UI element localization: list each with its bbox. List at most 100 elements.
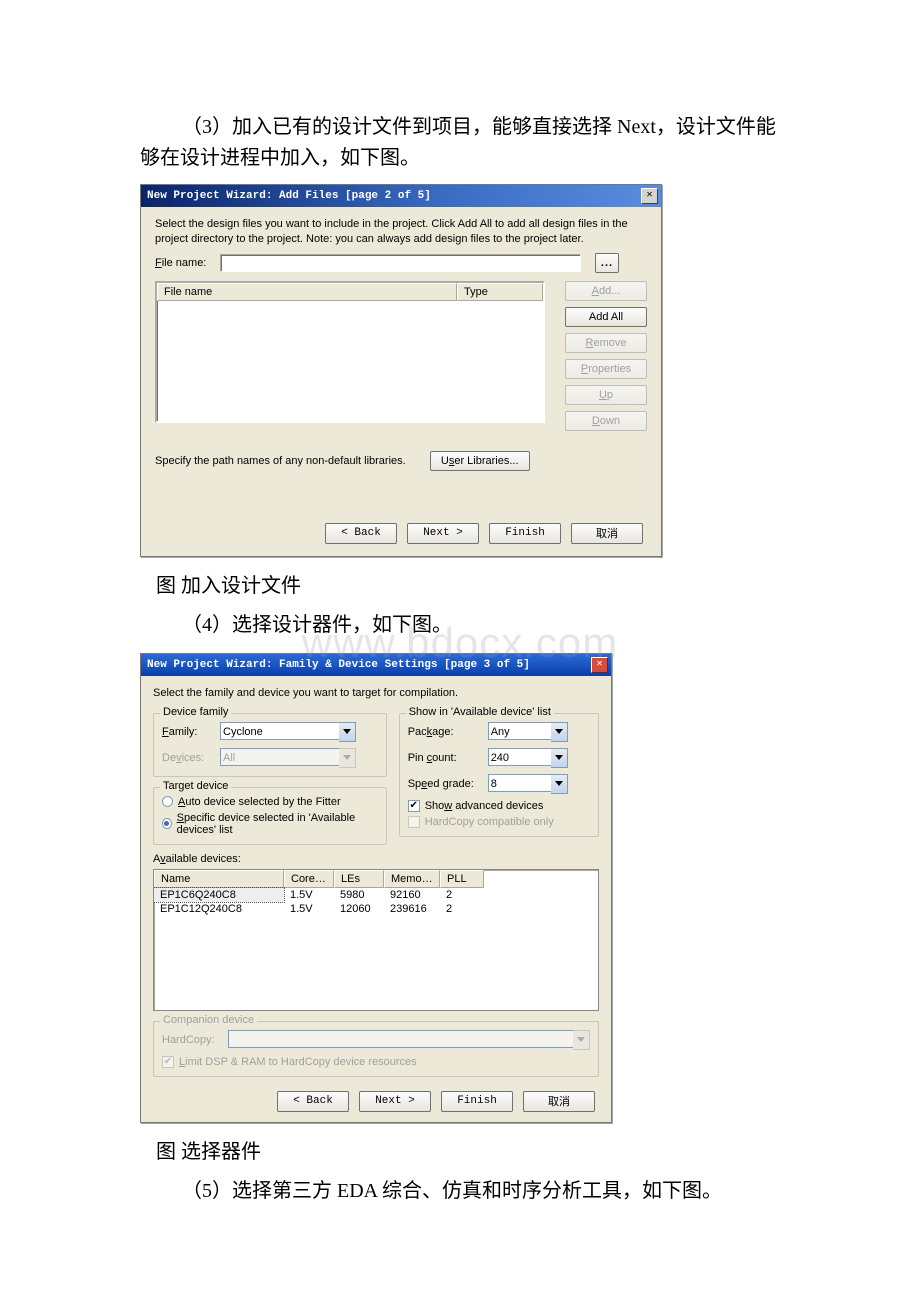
titlebar: New Project Wizard: Add Files [page 2 of… — [141, 185, 661, 207]
browse-button[interactable]: ... — [595, 253, 619, 273]
devices-value: All — [220, 748, 339, 766]
target-device-legend: Target device — [160, 780, 231, 792]
family-device-dialog: New Project Wizard: Family & Device Sett… — [140, 653, 612, 1123]
finish-button[interactable]: Finish — [441, 1091, 513, 1112]
devices-label: Devices: — [162, 752, 214, 764]
pin-value: 240 — [488, 748, 551, 766]
limit-dsp-checkbox: ✔ Limit DSP & RAM to HardCopy device res… — [162, 1056, 590, 1068]
col-filename[interactable]: File name — [157, 283, 457, 301]
device-family-legend: Device family — [160, 706, 231, 718]
hardcopy-label: HardCopy: — [162, 1034, 222, 1046]
table-row[interactable]: EP1C6Q240C8 1.5V 5980 92160 2 — [154, 888, 598, 902]
spec-label: Specify the path names of any non-defaul… — [155, 455, 406, 467]
dialog-title: New Project Wizard: Family & Device Sett… — [147, 659, 530, 671]
cell-name: EP1C6Q240C8 — [154, 888, 284, 902]
auto-device-label: Auto device selected by the Fitter — [178, 796, 341, 808]
table-row[interactable]: EP1C12Q240C8 1.5V 12060 239616 2 — [154, 902, 598, 916]
cancel-button[interactable]: 取消 — [571, 523, 643, 544]
finish-button[interactable]: Finish — [489, 523, 561, 544]
chevron-down-icon[interactable] — [339, 722, 356, 742]
companion-device-group: Companion device HardCopy: ✔ Limit DSP &… — [153, 1021, 599, 1077]
back-button[interactable]: < Back — [325, 523, 397, 544]
show-advanced-label: Show advanced devices — [425, 800, 544, 812]
show-in-legend: Show in 'Available device' list — [406, 706, 554, 718]
radio-icon — [162, 818, 172, 829]
intro-text: Select the family and device you want to… — [153, 686, 599, 701]
package-label: Package: — [408, 726, 482, 738]
cell-core: 1.5V — [284, 888, 334, 902]
show-advanced-checkbox[interactable]: ✔ Show advanced devices — [408, 800, 590, 812]
intro-text: Select the design files you want to incl… — [155, 217, 647, 247]
speed-label: Speed grade: — [408, 778, 482, 790]
cell-pll: 2 — [440, 888, 484, 902]
checkbox-icon: ✔ — [162, 1056, 174, 1068]
chevron-down-icon — [339, 748, 356, 768]
back-button[interactable]: < Back — [277, 1091, 349, 1112]
speed-dropdown[interactable]: 8 — [488, 774, 568, 794]
cell-pll: 2 — [440, 902, 484, 916]
available-label: Available devices: — [153, 853, 599, 865]
next-button[interactable]: Next > — [359, 1091, 431, 1112]
add-button[interactable]: Add... — [565, 281, 647, 301]
chevron-down-icon[interactable] — [551, 722, 568, 742]
package-value: Any — [488, 722, 551, 740]
col-mem[interactable]: Memor... — [384, 870, 440, 888]
package-dropdown[interactable]: Any — [488, 722, 568, 742]
col-core[interactable]: Core v... — [284, 870, 334, 888]
device-family-group: Device family Family: Cyclone Devices: A… — [153, 713, 387, 777]
filename-input[interactable] — [220, 254, 581, 272]
addall-button[interactable]: Add All — [565, 307, 647, 327]
family-value: Cyclone — [220, 722, 339, 740]
add-files-dialog: New Project Wizard: Add Files [page 2 of… — [140, 184, 662, 557]
figure-caption-2: 图 选择器件 — [140, 1137, 780, 1168]
companion-legend: Companion device — [160, 1014, 257, 1026]
checkbox-icon: ✔ — [408, 800, 420, 812]
titlebar: New Project Wizard: Family & Device Sett… — [141, 654, 611, 676]
next-button[interactable]: Next > — [407, 523, 479, 544]
checkbox-icon — [408, 816, 420, 828]
specific-device-label: Specific device selected in 'Available d… — [177, 812, 378, 836]
cell-les: 5980 — [334, 888, 384, 902]
device-list-header: Name Core v... LEs Memor... PLL — [154, 870, 598, 888]
hardcopy-only-label: HardCopy compatible only — [425, 816, 554, 828]
close-icon[interactable]: ✕ — [641, 188, 658, 204]
pin-dropdown[interactable]: 240 — [488, 748, 568, 768]
available-devices-list[interactable]: Name Core v... LEs Memor... PLL EP1C6Q24… — [153, 869, 599, 1011]
up-button[interactable]: Up — [565, 385, 647, 405]
cell-les: 12060 — [334, 902, 384, 916]
remove-button[interactable]: Remove — [565, 333, 647, 353]
chevron-down-icon[interactable] — [551, 774, 568, 794]
family-dropdown[interactable]: Cyclone — [220, 722, 356, 742]
paragraph-5: （5）选择第三方 EDA 综合、仿真和时序分析工具，如下图。 — [140, 1176, 780, 1207]
paragraph-3: （3）加入已有的设计文件到项目，能够直接选择 Next，设计文件能够在设计进程中… — [140, 112, 780, 174]
filename-label: File name: — [155, 257, 206, 269]
col-pll[interactable]: PLL — [440, 870, 484, 888]
down-button[interactable]: Down — [565, 411, 647, 431]
auto-device-radio[interactable]: Auto device selected by the Fitter — [162, 796, 378, 808]
radio-icon — [162, 796, 173, 807]
col-les[interactable]: LEs — [334, 870, 384, 888]
pin-label: Pin count: — [408, 752, 482, 764]
close-icon[interactable]: ✕ — [591, 657, 608, 673]
hardcopy-only-checkbox: HardCopy compatible only — [408, 816, 590, 828]
cell-core: 1.5V — [284, 902, 334, 916]
cancel-button[interactable]: 取消 — [523, 1091, 595, 1112]
cell-mem: 92160 — [384, 888, 440, 902]
figure-caption-1: 图 加入设计文件 — [140, 571, 780, 602]
show-in-group: Show in 'Available device' list Package:… — [399, 713, 599, 837]
properties-button[interactable]: Properties — [565, 359, 647, 379]
side-buttons: Add... Add All Remove Properties Up Down — [565, 281, 647, 431]
chevron-down-icon[interactable] — [551, 748, 568, 768]
specific-device-radio[interactable]: Specific device selected in 'Available d… — [162, 812, 378, 836]
family-label: Family: — [162, 726, 214, 738]
col-type[interactable]: Type — [457, 283, 543, 301]
paragraph-4: （4）选择设计器件，如下图。 — [140, 610, 780, 641]
limit-dsp-label: Limit DSP & RAM to HardCopy device resou… — [179, 1056, 417, 1068]
hardcopy-dropdown — [228, 1030, 590, 1050]
cell-name: EP1C12Q240C8 — [154, 902, 284, 916]
cell-mem: 239616 — [384, 902, 440, 916]
user-libraries-button[interactable]: User Libraries... — [430, 451, 530, 471]
devices-dropdown: All — [220, 748, 356, 768]
col-name[interactable]: Name — [154, 870, 284, 888]
files-listview[interactable]: File name Type — [155, 281, 545, 423]
